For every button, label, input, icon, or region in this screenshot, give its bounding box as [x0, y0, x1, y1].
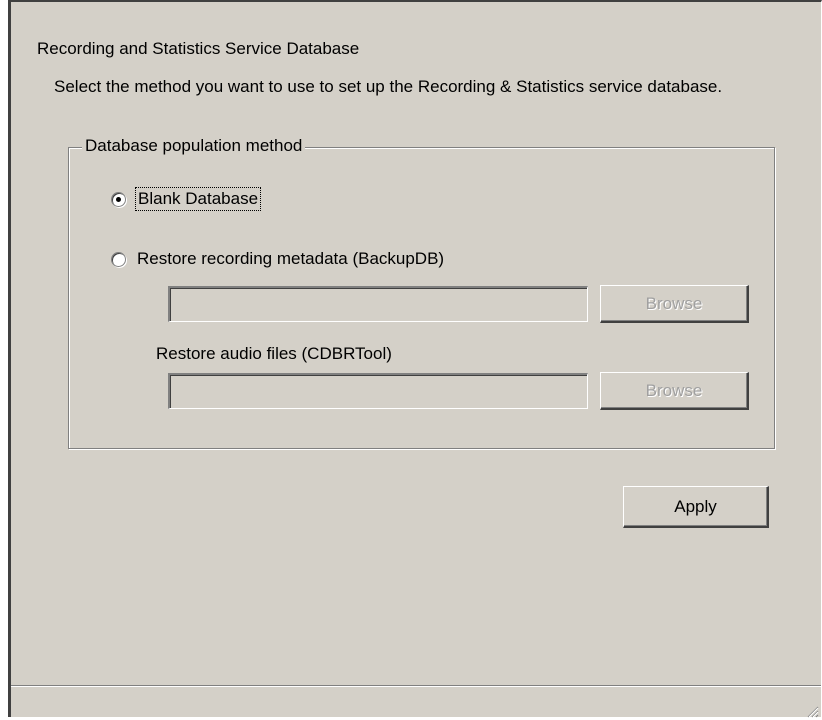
radio-dot-icon: [116, 196, 121, 202]
status-bar: [11, 685, 821, 720]
radio-button[interactable]: [111, 251, 126, 267]
radio-restore-metadata[interactable]: Restore recording metadata (BackupDB): [111, 249, 444, 269]
radio-blank-database[interactable]: Blank Database: [111, 187, 262, 211]
groupbox-legend: Database population method: [82, 136, 306, 156]
settings-panel: Recording and Statistics Service Databas…: [8, 0, 822, 720]
apply-button[interactable]: Apply: [623, 486, 769, 528]
radio-blank-database-label[interactable]: Blank Database: [134, 187, 262, 211]
resize-grip-icon[interactable]: [805, 704, 819, 718]
metadata-path-input[interactable]: [168, 286, 588, 322]
audio-path-input[interactable]: [168, 373, 588, 409]
section-heading: Recording and Statistics Service Databas…: [37, 39, 360, 58]
section-description: Select the method you want to use to set…: [54, 77, 723, 96]
radio-restore-metadata-label[interactable]: Restore recording metadata (BackupDB): [137, 249, 444, 269]
restore-audio-label: Restore audio files (CDBRTool): [156, 344, 392, 363]
audio-browse-button[interactable]: Browse: [600, 372, 749, 410]
metadata-browse-button[interactable]: Browse: [600, 285, 749, 323]
radio-button[interactable]: [111, 191, 126, 207]
